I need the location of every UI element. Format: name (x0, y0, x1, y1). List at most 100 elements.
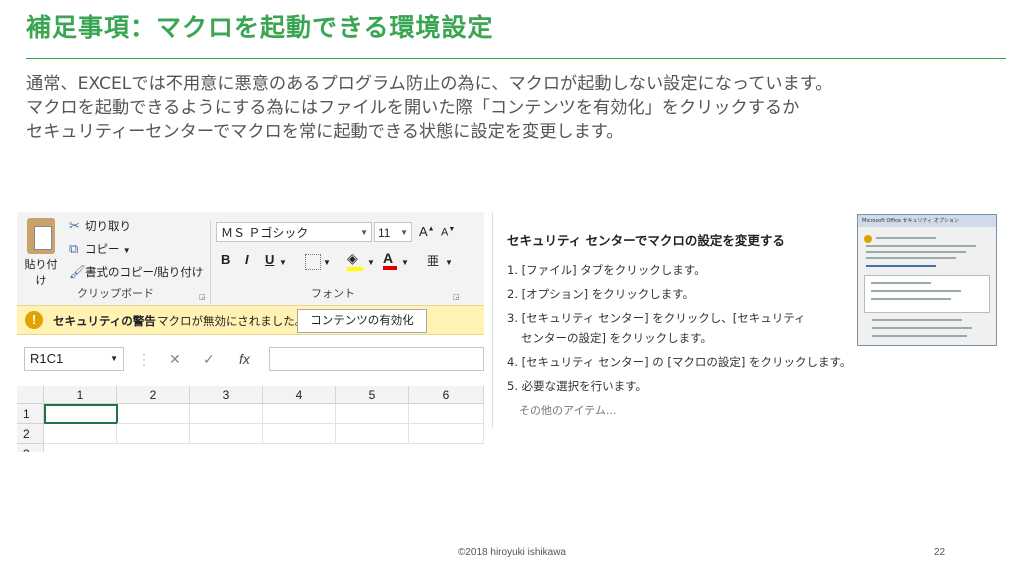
row-header[interactable]: 2 (17, 424, 44, 444)
security-options-dialog-thumbnail: Microsoft Office セキュリティ オプション (857, 214, 997, 346)
column-header[interactable]: 4 (263, 386, 336, 404)
column-header[interactable]: 2 (117, 386, 190, 404)
format-painter-label: 書式のコピー/貼り付け (85, 267, 204, 279)
clipboard-group-label: クリップボード (77, 288, 154, 300)
column-header[interactable]: 1 (44, 386, 117, 404)
font-color-button[interactable]: A (383, 250, 397, 270)
enter-icon[interactable]: ✓ (203, 351, 215, 368)
dialog-radio-line (872, 319, 962, 321)
row-header[interactable]: 3 (17, 444, 44, 452)
bold-button[interactable]: B (221, 252, 230, 267)
formula-bar-input[interactable] (269, 347, 484, 371)
dialog-text-line (871, 298, 951, 300)
body-line-2: マクロを起動できるようにする為にはファイルを開いた際「コンテンツを有効化」をクリ… (26, 98, 800, 118)
step-3-cont: センターの設定] をクリックします。 (521, 331, 712, 345)
chevron-down-icon[interactable]: ▼ (323, 258, 331, 267)
paste-button[interactable]: 貼り付け (21, 218, 61, 288)
chevron-down-icon[interactable]: ▼ (401, 258, 409, 267)
step-5: 5. 必要な選択を行います。 (507, 379, 647, 393)
select-all-corner[interactable] (17, 386, 44, 404)
cell[interactable] (263, 424, 336, 444)
dialog-text-line (871, 290, 961, 292)
scissors-icon: ✂ (69, 218, 80, 233)
cell[interactable] (117, 424, 190, 444)
cell[interactable] (336, 404, 409, 424)
ribbon: 貼り付け ✂ 切り取り ⧉ コピー ▼ 🖌書式のコピー/貼り付け クリップボード ◲… (17, 212, 484, 305)
font-name-select[interactable]: ＭＳ Ｐゴシック ▼ (216, 222, 372, 242)
enable-content-button[interactable]: コンテンツの有効化 (297, 309, 427, 333)
cell[interactable] (190, 424, 263, 444)
grow-font-label: A (419, 224, 428, 239)
fill-color-icon[interactable]: ◈ (347, 250, 363, 271)
cell[interactable] (409, 404, 484, 424)
body-line-1: 通常、EXCELでは不用意に悪意のあるプログラム防止の為に、マクロが起動しない設… (26, 74, 833, 94)
font-name-value: ＭＳ Ｐゴシック (221, 226, 309, 240)
title-underline (26, 58, 1006, 59)
cut-button[interactable]: ✂ 切り取り (69, 218, 131, 234)
dialog-text-line (876, 237, 936, 239)
slide-title: 補足事項：マクロを起動できる環境設定 (26, 13, 494, 42)
copy-icon: ⧉ (69, 241, 79, 256)
underline-button[interactable]: U (265, 252, 274, 267)
border-icon[interactable] (305, 254, 321, 270)
chevron-down-icon: ▼ (400, 228, 408, 237)
font-color-letter: A (383, 250, 394, 266)
italic-button[interactable]: I (245, 252, 249, 267)
formula-area: R1C1 ▼ ⋮ ✕ ✓ fx (17, 335, 484, 379)
dialog-launcher-icon[interactable]: ◲ (199, 293, 206, 301)
security-center-screenshot: セキュリティ センターでマクロの設定を変更する 1. [ファイル] タブをクリッ… (492, 212, 997, 428)
dialog-link-line (866, 265, 936, 267)
chevron-down-icon[interactable]: ▼ (445, 258, 453, 267)
ribbon-separator (210, 220, 211, 304)
phonetic-icon[interactable]: 亜 (427, 252, 439, 269)
page-number: 22 (934, 547, 946, 558)
step-3: 3. [セキュリティ センター] をクリックし、[セキュリティ (507, 311, 806, 325)
worksheet-grid: 1 2 3 4 5 6 1 2 3 (17, 379, 484, 452)
copy-label: コピー (85, 244, 120, 256)
security-warning-label: セキュリティの警告 (53, 316, 156, 328)
font-size-select[interactable]: 11 ▼ (374, 222, 412, 242)
footer-copyright: ©2018 hiroyuki ishikawa (458, 547, 566, 558)
chevron-down-icon: ▼ (122, 246, 131, 255)
more-icon: ⋮ (137, 351, 151, 367)
step-4: 4. [セキュリティ センター] の [マクロの設定] をクリックします。 (507, 355, 852, 369)
insert-function-icon[interactable]: fx (239, 351, 250, 367)
cell[interactable] (409, 424, 484, 444)
dialog-text-line (866, 257, 956, 259)
clipboard-icon (27, 218, 55, 254)
dialog-radio-line (872, 335, 967, 337)
more-items-link[interactable]: その他のアイテム... (519, 402, 616, 418)
chevron-down-icon[interactable]: ▼ (279, 258, 287, 267)
font-size-value: 11 (378, 226, 391, 240)
shrink-font-button[interactable]: A▼ (441, 226, 455, 239)
dialog-text-line (871, 282, 931, 284)
security-warning-message: マクロが無効にされました。 (157, 316, 307, 328)
format-painter-button[interactable]: 🖌書式のコピー/貼り付け (69, 264, 203, 280)
row-header[interactable]: 1 (17, 404, 44, 424)
copy-button[interactable]: ⧉ コピー ▼ (69, 241, 131, 257)
cell[interactable] (117, 404, 190, 424)
name-box[interactable]: R1C1 ▼ (24, 347, 124, 371)
cut-label: 切り取り (85, 221, 131, 233)
body-text: 通常、EXCELでは不用意に悪意のあるプログラム防止の為に、マクロが起動しない設… (26, 72, 1016, 144)
dialog-text-line (866, 251, 966, 253)
selected-cell[interactable] (44, 404, 118, 424)
column-header[interactable]: 3 (190, 386, 263, 404)
cancel-icon[interactable]: ✕ (169, 351, 181, 368)
warning-icon: ! (25, 311, 43, 329)
step-2: 2. [オプション] をクリックします。 (507, 287, 695, 301)
grow-font-button[interactable]: A▲ (419, 224, 435, 239)
warning-icon (864, 235, 872, 243)
dialog-launcher-icon[interactable]: ◲ (453, 293, 460, 301)
cell[interactable] (44, 424, 117, 444)
chevron-down-icon[interactable]: ▼ (367, 258, 375, 267)
dialog-info-box (864, 275, 990, 313)
column-header[interactable]: 6 (409, 386, 484, 404)
paste-label: 貼り付け (24, 259, 58, 287)
cell[interactable] (263, 404, 336, 424)
column-header[interactable]: 5 (336, 386, 409, 404)
chevron-down-icon: ▼ (110, 354, 118, 363)
cell[interactable] (336, 424, 409, 444)
dialog-title: Microsoft Office セキュリティ オプション (858, 215, 996, 227)
cell[interactable] (190, 404, 263, 424)
